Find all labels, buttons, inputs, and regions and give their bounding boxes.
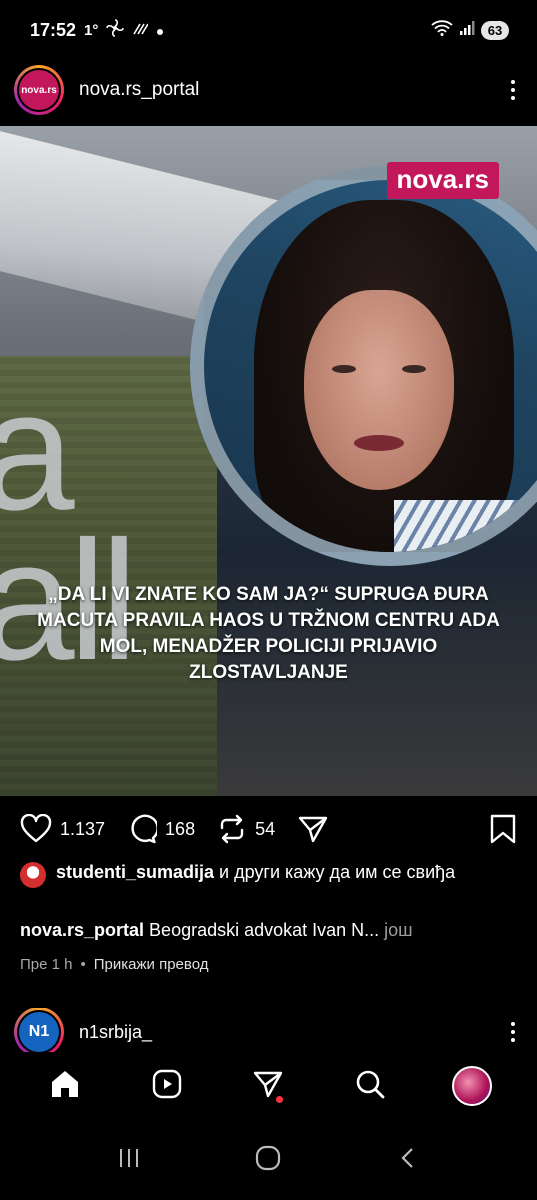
portrait-mouth [354,435,404,451]
profile-avatar [452,1066,493,1106]
notification-dot-icon [156,20,164,41]
signal-icon [459,20,475,41]
nav-reels[interactable] [142,1061,192,1111]
n1-logo: N1 [19,1012,59,1052]
fan-icon [106,18,125,42]
reels-icon [151,1068,183,1105]
nav-messages[interactable] [243,1061,293,1111]
repost-count: 54 [255,818,276,839]
system-nav [0,1120,537,1200]
nav-home[interactable] [40,1061,90,1111]
post-username[interactable]: nova.rs_portal [79,79,199,101]
caption[interactable]: nova.rs_portal Beogradski advokat Ivan N… [20,920,520,941]
post-image[interactable]: a all nova.rs „DA LI VI ZNATE KO SAM JA?“… [0,126,537,796]
back-icon[interactable] [396,1146,420,1175]
dot [511,1030,515,1034]
status-bar: 17:52 1° 63 [0,0,537,60]
portrait-eye [332,365,356,373]
dot [511,80,515,84]
caption-username[interactable]: nova.rs_portal [20,920,144,940]
status-right: 63 [431,19,509,41]
image-headline: „DA LI VI ZNATE KO SAM JA?“ SUPRUGA ĐURA… [37,584,500,683]
dot [511,1038,515,1042]
next-post-header: N1 n1srbija_ [0,1008,537,1056]
share-button[interactable] [297,814,329,844]
translate-link[interactable]: Прикажи превод [94,956,209,973]
bottom-nav [0,1052,537,1120]
repost-icon [217,814,247,844]
heart-icon [20,814,52,844]
status-left: 17:52 1° [30,18,164,42]
like-count: 1.137 [60,818,106,839]
send-icon [297,814,329,844]
recent-apps-icon[interactable] [117,1146,141,1175]
liked-by-suffix: и други кажу да им се свиђа [214,862,456,882]
avatar-logo: nova.rs [19,70,59,110]
comment-count: 168 [165,818,196,839]
nav-search[interactable] [345,1061,395,1111]
post-meta: Пре 1 h • Прикажи превод [20,956,208,973]
dot [511,1022,515,1026]
image-watermark: nova.rs [386,162,499,199]
more-options-icon[interactable] [503,1022,523,1042]
like-button[interactable]: 1.137 [20,814,105,844]
clock: 17:52 [30,19,77,40]
liked-by[interactable]: studenti_sumadija и други кажу да им се … [20,860,520,888]
meta-separator: • [80,956,86,973]
next-post-avatar[interactable]: N1 [14,1008,64,1056]
portrait-eye [402,365,426,373]
home-circle-icon[interactable] [254,1144,282,1177]
bookmark-icon [489,814,517,844]
temperature: 1° [84,21,99,39]
data-icon [132,20,150,41]
home-icon [49,1068,81,1105]
action-bar: 1.137 168 54 [0,806,537,852]
dot [511,96,515,100]
caption-text: Beogradski advokat Ivan N... [144,920,380,940]
next-post-username[interactable]: n1srbija_ [79,1022,152,1043]
liker-username[interactable]: studenti_sumadija [56,862,214,882]
liked-by-text: studenti_sumadija и други кажу да им се … [56,860,455,884]
comment-icon [127,814,158,844]
liker-avatar [20,862,46,888]
nav-profile[interactable] [447,1061,497,1111]
post-time: Пре 1 h [20,956,73,973]
post-header: nova.rs nova.rs_portal [0,65,537,115]
wifi-icon [431,19,453,41]
avatar-inner: N1 [17,1010,61,1054]
caption-more-link[interactable]: још [379,920,412,940]
repost-button[interactable]: 54 [217,814,275,844]
dot [511,88,515,92]
comment-button[interactable]: 168 [127,814,195,844]
more-options-icon[interactable] [503,80,523,100]
battery-indicator: 63 [481,20,509,40]
post-avatar[interactable]: nova.rs [14,65,64,115]
portrait-face [304,290,454,490]
save-button[interactable] [489,814,517,844]
search-icon [354,1068,386,1105]
avatar-inner: nova.rs [17,68,61,112]
